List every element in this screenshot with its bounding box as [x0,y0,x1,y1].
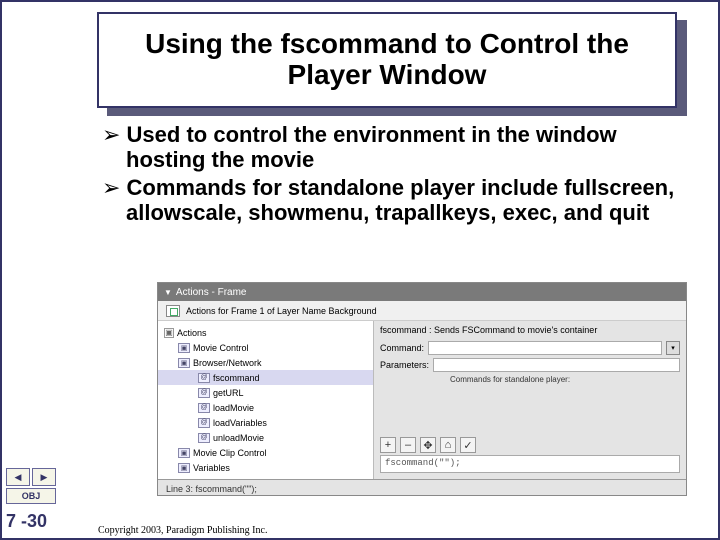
folder-icon: ▣ [178,343,190,353]
action-description: fscommand : Sends FSCommand to movie's c… [380,325,680,335]
tree-row[interactable]: ▣Variables [158,460,373,475]
bullet-item: Used to control the environment in the w… [102,122,682,173]
folder-icon: ▣ [178,358,190,368]
actions-tree[interactable]: ▣Actions ▣Movie Control ▣Browser/Network… [158,321,374,479]
params-label: Parameters: [380,360,429,370]
code-preview: fscommand(""); [380,455,680,473]
prev-button[interactable]: ◀ [6,468,30,486]
actions-panel: ▼ Actions - Frame Actions for Frame 1 of… [157,282,687,496]
action-icon: @ [198,418,210,428]
tree-row[interactable]: @loadVariables [158,415,373,430]
hint-text: Commands for standalone player: [450,375,680,384]
script-toolbar: + – ✥ ⌂ ✓ [380,437,476,453]
tree-row-selected[interactable]: @fscommand [158,370,373,385]
folder-icon: ▣ [178,463,190,473]
command-input[interactable] [428,341,662,355]
panel-subheader: Actions for Frame 1 of Layer Name Backgr… [158,301,686,321]
subheader-text: Actions for Frame 1 of Layer Name Backgr… [186,306,377,316]
check-icon[interactable]: ✓ [460,437,476,453]
panel-header: ▼ Actions - Frame [158,283,686,301]
tree-row[interactable]: @loadMovie [158,400,373,415]
page-number: 7 -30 [6,511,47,532]
find-icon[interactable]: ⌂ [440,437,456,453]
right-pane: fscommand : Sends FSCommand to movie's c… [374,321,686,479]
chevron-down-icon: ▼ [164,288,172,297]
action-icon: @ [198,433,210,443]
title-box: Using the fscommand to Control the Playe… [97,12,677,108]
action-icon: @ [198,373,210,383]
panel-title: Actions - Frame [176,287,247,298]
bullet-list: Used to control the environment in the w… [102,122,682,227]
command-field-row: Command: ▾ [380,341,680,355]
bullet-item: Commands for standalone player include f… [102,175,682,226]
panel-body: ▣Actions ▣Movie Control ▣Browser/Network… [158,321,686,479]
tree-row[interactable]: ▣Browser/Network [158,355,373,370]
frame-icon [166,305,180,317]
remove-icon[interactable]: – [400,437,416,453]
slide-nav: ◀ ▶ [6,468,56,486]
command-label: Command: [380,343,424,353]
tree-row[interactable]: @unloadMovie [158,430,373,445]
params-field-row: Parameters: [380,358,680,372]
folder-icon: ▣ [178,448,190,458]
target-icon[interactable]: ✥ [420,437,436,453]
tree-row[interactable]: ▣Movie Clip Control [158,445,373,460]
copyright-text: Copyright 2003, Paradigm Publishing Inc. [98,525,267,536]
params-input[interactable] [433,358,680,372]
slide-frame: Using the fscommand to Control the Playe… [0,0,720,540]
book-icon: ▣ [164,328,174,338]
slide-title: Using the fscommand to Control the Playe… [99,25,675,95]
tree-row[interactable]: @getURL [158,385,373,400]
obj-button[interactable]: OBJ [6,488,56,504]
tree-row[interactable]: ▣Actions [158,325,373,340]
action-icon: @ [198,403,210,413]
add-icon[interactable]: + [380,437,396,453]
next-button[interactable]: ▶ [32,468,56,486]
tree-row[interactable]: ▣Movie Control [158,340,373,355]
panel-statusbar: Line 3: fscommand(""); [158,479,686,497]
action-icon: @ [198,388,210,398]
dropdown-icon[interactable]: ▾ [666,341,680,355]
